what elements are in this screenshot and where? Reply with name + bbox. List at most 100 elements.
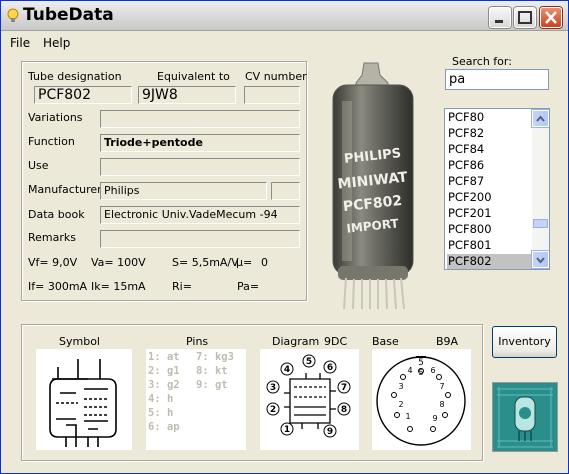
list-item-selected[interactable]: PCF802	[447, 254, 531, 269]
chevron-down-icon	[536, 257, 545, 264]
base-label: Base	[372, 335, 399, 348]
pin-entry: 9: gt	[196, 379, 228, 391]
diagram-pin-9: 9	[327, 427, 333, 437]
tube-designation-label: Tube designation	[28, 70, 122, 83]
remarks-field[interactable]	[100, 230, 300, 248]
title-bar[interactable]: TubeData	[1, 1, 568, 31]
pin-entry: 6: ap	[148, 421, 180, 433]
pin-diagram: 1 2 3 4 5 6 7 8 9	[260, 349, 359, 450]
remarks-label: Remarks	[28, 231, 76, 244]
base-pin-8: 8	[439, 400, 444, 409]
tube-logo-icon	[493, 383, 557, 451]
minimize-button[interactable]	[489, 7, 511, 28]
mu-label: µ=	[236, 256, 253, 269]
maximize-icon	[518, 11, 532, 24]
cv-number-label: CV number	[245, 70, 307, 83]
use-label: Use	[28, 159, 49, 172]
base-pin-6: 6	[430, 366, 435, 375]
tube-photo: PHILIPS MINIWAT PCF802 IMPORT	[316, 61, 429, 311]
list-item[interactable]: PCF201	[447, 206, 531, 221]
diagram-pin-8: 8	[341, 405, 347, 415]
vf-value: Vf= 9,0V	[28, 256, 78, 269]
if-value: If= 300mA	[28, 280, 88, 293]
chevron-up-icon	[536, 115, 545, 122]
tube-symbol	[36, 349, 132, 450]
list-item[interactable]: PCF87	[447, 174, 531, 189]
list-item[interactable]: PCF80	[447, 110, 531, 125]
equivalent-field[interactable]: 9JW8	[138, 86, 236, 104]
base-pin-1: 1	[405, 412, 410, 421]
variations-label: Variations	[28, 111, 83, 124]
menu-help[interactable]: Help	[43, 36, 70, 50]
pins-label: Pins	[186, 335, 209, 348]
diagram-label: Diagram	[272, 335, 320, 348]
pin-entry: 3: g2	[148, 379, 180, 391]
cv-number-field[interactable]	[244, 86, 300, 104]
s-value: S= 5,5mA/V	[172, 256, 239, 269]
function-label: Function	[28, 135, 75, 148]
va-value: Va= 100V	[91, 256, 146, 269]
search-label: Search for:	[452, 55, 512, 68]
scroll-down-button[interactable]	[532, 251, 549, 268]
tube-list[interactable]: PCF80 PCF82 PCF84 PCF86 PCF87 PCF200 PCF…	[444, 108, 550, 270]
list-item[interactable]: PCF86	[447, 158, 531, 173]
base-pin-4: 4	[407, 366, 412, 375]
minimize-icon	[495, 20, 503, 23]
base-diagram: 5 4 6 3 7 2 8 1 9 5	[372, 349, 471, 450]
tube-designation-field[interactable]: PCF802	[34, 86, 132, 104]
menu-bar: File Help	[1, 32, 568, 52]
equivalent-label: Equivalent to	[157, 70, 230, 83]
diagram-pin-5: 5	[306, 357, 312, 367]
manufacturer-extra-field[interactable]	[271, 182, 300, 200]
inventory-button[interactable]: Inventory	[492, 326, 557, 358]
base-pin-9: 9	[432, 414, 437, 423]
app-window: TubeData File Help Tube designation Equi…	[0, 0, 569, 474]
base-diagram-image: 5 4 6 3 7 2 8 1 9 5	[376, 356, 466, 446]
manufacturer-field[interactable]: Philips	[100, 182, 267, 200]
use-field[interactable]	[100, 158, 300, 176]
variations-field[interactable]	[100, 110, 300, 128]
list-item[interactable]: PCF82	[447, 126, 531, 141]
databook-field[interactable]: Electronic Univ.VadeMecum -94	[100, 206, 300, 224]
diagram-code: 9DC	[324, 335, 348, 348]
databook-label: Data book	[28, 208, 85, 221]
pin-entry: 5: h	[148, 407, 174, 419]
diagram-pin-4: 4	[284, 365, 290, 375]
close-icon	[545, 11, 557, 24]
ik-value: Ik= 15mA	[91, 280, 146, 293]
mu-value: 0	[261, 256, 268, 269]
list-item[interactable]: PCF84	[447, 142, 531, 157]
pin-entry: 8: kt	[196, 365, 228, 377]
pin-entry: 7: kg3	[196, 351, 234, 363]
diagram-pin-3: 3	[270, 383, 276, 393]
base-pin-3: 3	[398, 382, 403, 391]
list-item[interactable]: PCF801	[447, 238, 531, 253]
app-logo	[492, 382, 558, 452]
triode-pentode-symbol	[49, 359, 117, 447]
search-input[interactable]: pa	[445, 69, 549, 90]
pin-entry: 1: at	[148, 351, 180, 363]
list-item[interactable]: PCF800	[447, 222, 531, 237]
symbol-label: Symbol	[59, 335, 100, 348]
tube-image: PHILIPS MINIWAT PCF802 IMPORT	[316, 61, 429, 311]
diagram-pin-1: 1	[284, 425, 290, 435]
base-pin-7: 7	[439, 382, 444, 391]
close-button[interactable]	[540, 7, 562, 28]
base-pin-2: 2	[398, 400, 403, 409]
base-code: B9A	[436, 335, 459, 348]
base-top-label: 5	[418, 358, 424, 368]
scroll-up-button[interactable]	[532, 110, 549, 127]
diagram-pin-6: 6	[327, 363, 333, 373]
list-item[interactable]: PCF200	[447, 190, 531, 205]
list-scrollbar[interactable]	[532, 109, 549, 269]
pin-diagram-image: 1 2 3 4 5 6 7 8 9	[266, 354, 351, 438]
diagram-pin-2: 2	[270, 405, 276, 415]
menu-file[interactable]: File	[10, 36, 30, 50]
diagram-pin-7: 7	[341, 383, 347, 393]
manufacturer-label: Manufacturer	[28, 183, 102, 196]
function-field[interactable]: Triode+pentode	[100, 134, 300, 152]
pin-entry: 2: g1	[148, 365, 180, 377]
maximize-button[interactable]	[514, 7, 536, 28]
window-title: TubeData	[23, 5, 114, 25]
scroll-thumb[interactable]	[533, 219, 548, 228]
